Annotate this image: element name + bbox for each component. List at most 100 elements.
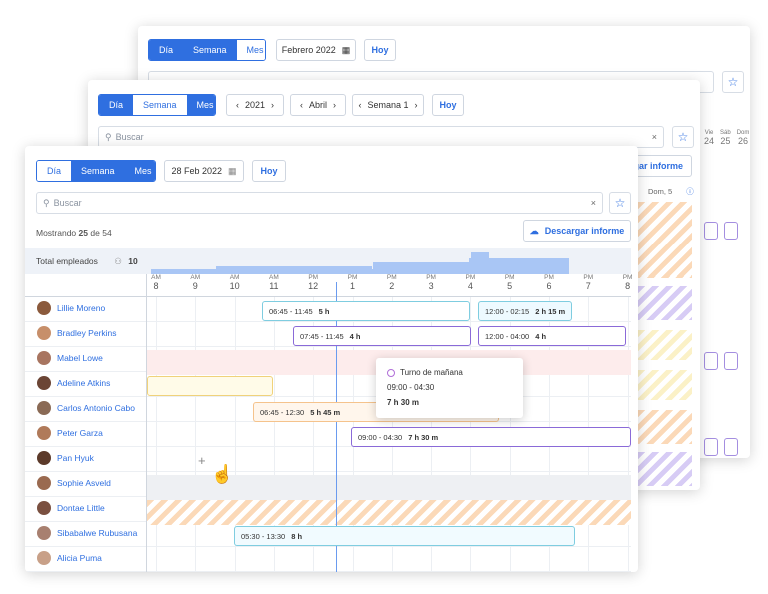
back-day: Dom 26 — [736, 130, 750, 146]
front-date-label: 28 Feb 2022 — [171, 166, 223, 176]
front-window: Día Semana Mes 28 Feb 2022 ▦ Hoy ⚲ Busca… — [25, 146, 638, 572]
calendar-icon: ▦ — [341, 44, 351, 55]
grid-vline — [195, 296, 197, 572]
hour-tick: PM 8 — [616, 274, 638, 291]
chevron-left-icon[interactable]: ‹ — [236, 100, 239, 110]
back-slot — [724, 352, 738, 370]
back-today-button[interactable]: Hoy — [364, 39, 396, 61]
middle-hatch — [638, 244, 692, 276]
middle-tab-month[interactable]: Mes — [186, 95, 215, 115]
hour-tick: PM 2 — [380, 274, 404, 291]
avatar — [37, 326, 51, 340]
front-search-input[interactable]: ⚲ Buscar × — [36, 192, 603, 214]
middle-tab-day[interactable]: Día — [99, 95, 134, 115]
shift-block[interactable] — [147, 376, 273, 396]
employee-name[interactable]: Carlos Antonio Cabo — [57, 403, 135, 413]
middle-star-icon[interactable]: ☆ — [672, 126, 694, 148]
front-tab-month[interactable]: Mes — [124, 161, 155, 181]
middle-search-input[interactable]: ⚲ Buscar × — [98, 126, 664, 148]
hour-tick: PM 7 — [576, 274, 600, 291]
employee-name[interactable]: Sophie Asveld — [57, 478, 111, 488]
front-star-icon[interactable]: ☆ — [609, 192, 631, 214]
back-slot — [724, 438, 738, 456]
hour-number: 8 — [625, 281, 631, 291]
clear-icon[interactable]: × — [652, 132, 657, 142]
employee-name[interactable]: Lillie Moreno — [57, 303, 105, 313]
shift-block[interactable]: 05:30 - 13:30 8 h — [234, 526, 575, 546]
avatar — [37, 476, 51, 490]
front-tab-day[interactable]: Día — [37, 161, 72, 181]
middle-hatch — [638, 452, 692, 486]
hour-number: 7 — [585, 281, 591, 291]
front-date-picker[interactable]: 28 Feb 2022 ▦ — [164, 160, 244, 182]
avatar — [37, 301, 51, 315]
add-shift-icon[interactable]: + — [198, 453, 206, 468]
middle-search-placeholder: Buscar — [115, 132, 144, 142]
shift-block[interactable]: 07:45 - 11:45 4 h — [293, 326, 471, 346]
hour-tick: PM 6 — [537, 274, 561, 291]
front-search-placeholder: Buscar — [53, 198, 82, 208]
hour-number: 4 — [467, 281, 473, 291]
hour-tick: PM 3 — [419, 274, 443, 291]
employee-name[interactable]: Adeline Atkins — [57, 378, 110, 388]
back-tab-week[interactable]: Semana — [183, 40, 237, 60]
employee-name[interactable]: Sibabalwe Rubusana — [57, 528, 137, 538]
middle-tab-week[interactable]: Semana — [133, 95, 187, 115]
shift-block[interactable]: 12:00 - 04:00 4 h — [478, 326, 626, 346]
week-picker[interactable]: ‹ Semana 1 › — [352, 94, 424, 116]
middle-hatch — [638, 410, 692, 444]
employee-name[interactable]: Pan Hyuk — [57, 453, 94, 463]
hour-tick: PM 4 — [458, 274, 482, 291]
chevron-left-icon[interactable]: ‹ — [358, 100, 361, 110]
month-picker[interactable]: ‹ Abril › — [290, 94, 346, 116]
back-slot — [704, 222, 718, 240]
shift-block[interactable]: 09:00 - 04:30 7 h 30 m — [351, 427, 631, 447]
back-day: Sáb 25 — [720, 130, 731, 146]
hour-number: 2 — [389, 281, 395, 291]
employee-name[interactable]: Peter Garza — [57, 428, 103, 438]
employee-name[interactable]: Dontae Little — [57, 503, 105, 513]
info-icon[interactable]: ⓘ — [686, 187, 694, 196]
avatar — [37, 426, 51, 440]
back-day-headers: Vie 24 Sáb 25 Dom 26 — [704, 130, 749, 146]
front-download-button[interactable]: ☁ Descargar informe — [523, 220, 631, 242]
back-star-icon[interactable]: ☆ — [722, 71, 744, 93]
middle-today-button[interactable]: Hoy — [432, 94, 464, 116]
middle-day-header: Dom, 5 ⓘ — [648, 187, 694, 196]
hour-number: 6 — [546, 281, 552, 291]
circle-icon — [387, 368, 395, 377]
middle-view-tabs: Día Semana Mes — [98, 94, 216, 116]
row-hatched — [147, 500, 631, 525]
front-view-tabs: Día Semana Mes — [36, 160, 156, 182]
back-slot — [704, 352, 718, 370]
front-today-button[interactable]: Hoy — [252, 160, 286, 182]
shift-block[interactable]: 06:45 - 11:45 5 h — [262, 301, 470, 321]
employee-name[interactable]: Alicia Puma — [57, 553, 102, 563]
chevron-right-icon[interactable]: › — [333, 100, 336, 110]
chevron-right-icon[interactable]: › — [415, 100, 418, 110]
chevron-left-icon[interactable]: ‹ — [300, 100, 303, 110]
grid-hline — [25, 321, 631, 322]
back-slot — [704, 438, 718, 456]
hour-tick: AM 8 — [144, 274, 168, 291]
back-date-picker[interactable]: Febrero 2022 ▦ — [276, 39, 356, 61]
back-view-tabs: Día Semana Mes — [148, 39, 266, 61]
avatar — [37, 551, 51, 565]
back-tab-month[interactable]: Mes — [236, 40, 265, 60]
front-tab-week[interactable]: Semana — [71, 161, 125, 181]
year-picker[interactable]: ‹ 2021 › — [226, 94, 284, 116]
back-tab-day[interactable]: Día — [149, 40, 184, 60]
avatar — [37, 401, 51, 415]
grid-hline — [25, 346, 631, 347]
tooltip-duration: 7 h 30 m — [387, 398, 420, 407]
search-icon: ⚲ — [43, 197, 50, 208]
year-label: 2021 — [244, 100, 266, 110]
showing-count: Mostrando 25 de 54 — [36, 228, 112, 238]
search-icon: ⚲ — [105, 131, 112, 142]
employee-name[interactable]: Mabel Lowe — [57, 353, 103, 363]
shift-block[interactable]: 12:00 - 02:15 2 h 15 m — [478, 301, 572, 321]
clear-icon[interactable]: × — [591, 198, 596, 208]
employee-name[interactable]: Bradley Perkins — [57, 328, 117, 338]
chevron-right-icon[interactable]: › — [271, 100, 274, 110]
hour-tick: AM 10 — [223, 274, 247, 291]
